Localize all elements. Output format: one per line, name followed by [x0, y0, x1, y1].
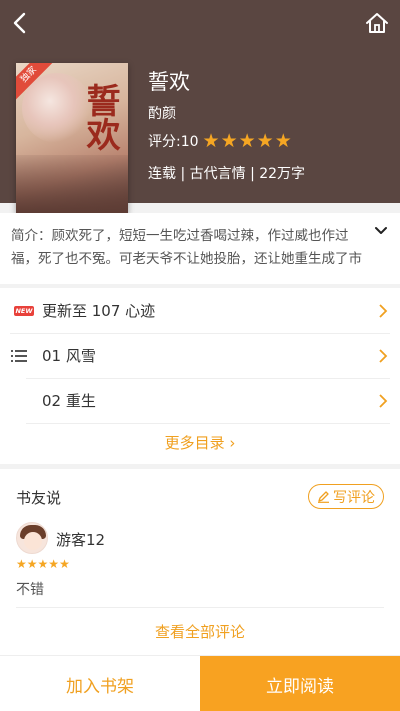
star-icon: ★ [16, 557, 27, 571]
star-icon: ★ [48, 557, 60, 571]
comments-section: 书友说 写评论 游客12 ★ ★ ★ ★ ★ 不错 查看全部评论 [0, 469, 400, 655]
latest-chapter-label: 更新至 107 心迹 [42, 302, 156, 320]
write-comment-label: 写评论 [333, 489, 375, 506]
star-icon: ★ [256, 130, 274, 152]
avatar[interactable] [16, 522, 48, 554]
more-chapters-link[interactable]: 更多目录 › [0, 432, 400, 453]
chevron-right-icon [379, 303, 388, 318]
comment-username: 游客12 [56, 531, 106, 549]
intro-text: 简介：顾欢死了，短短一生吃过香喝过辣，作过威也作过福，死了也不冤。可老天爷不让她… [11, 228, 362, 267]
chapter-row[interactable]: 01 风雪 [0, 333, 400, 378]
back-arrow-icon[interactable] [8, 10, 34, 36]
book-meta: 连载 | 古代言情 | 22万字 [148, 166, 306, 182]
pencil-icon [318, 491, 329, 503]
chapter-label: 02 重生 [42, 392, 96, 410]
comment-rating-stars: ★ ★ ★ ★ ★ [16, 558, 70, 570]
divider [16, 607, 384, 608]
write-comment-button[interactable]: 写评论 [308, 484, 384, 509]
view-all-comments-link[interactable]: 查看全部评论 [0, 621, 400, 642]
chapter-row[interactable]: 02 重生 [0, 378, 400, 423]
score-label: 评分:10 [148, 134, 199, 150]
book-title: 誓欢 [148, 70, 190, 94]
star-icon: ★ [274, 130, 292, 152]
rating-stars: ★ ★ ★ ★ ★ [203, 131, 293, 151]
new-badge-icon: NEW [14, 305, 34, 316]
chevron-right-icon [379, 393, 388, 408]
book-intro[interactable]: 简介：顾欢死了，短短一生吃过香喝过辣，作过威也作过福，死了也不冤。可老天爷不让她… [0, 213, 400, 284]
avatar-face [24, 532, 42, 550]
latest-chapter-row[interactable]: NEW 更新至 107 心迹 [0, 288, 400, 333]
divider [26, 423, 390, 424]
star-icon: ★ [238, 130, 256, 152]
chevron-down-icon[interactable] [372, 222, 390, 240]
book-cover[interactable]: 誓欢 独家 [16, 63, 128, 213]
chapter-section: NEW 更新至 107 心迹 01 风雪 02 重生 更多目录 › [0, 288, 400, 464]
bottom-action-bar: 加入书架 立即阅读 [0, 655, 400, 711]
home-icon[interactable] [364, 10, 390, 36]
read-now-button[interactable]: 立即阅读 [200, 656, 400, 711]
chapter-label: 01 风雪 [42, 347, 96, 365]
cover-title-art: 誓欢 [80, 83, 120, 151]
cover-scenery [16, 155, 128, 213]
add-to-shelf-button[interactable]: 加入书架 [0, 656, 200, 711]
comments-title: 书友说 [16, 489, 62, 507]
book-author[interactable]: 酌颜 [148, 103, 176, 123]
star-icon: ★ [202, 130, 220, 152]
comment-text: 不错 [16, 582, 44, 598]
rating-row: 评分:10 ★ ★ ★ ★ ★ [148, 131, 293, 151]
star-icon: ★ [37, 557, 49, 571]
chevron-right-icon [379, 348, 388, 363]
star-icon: ★ [26, 557, 38, 571]
list-icon [11, 349, 27, 362]
star-icon: ★ [220, 130, 238, 152]
star-icon: ★ [59, 557, 70, 571]
